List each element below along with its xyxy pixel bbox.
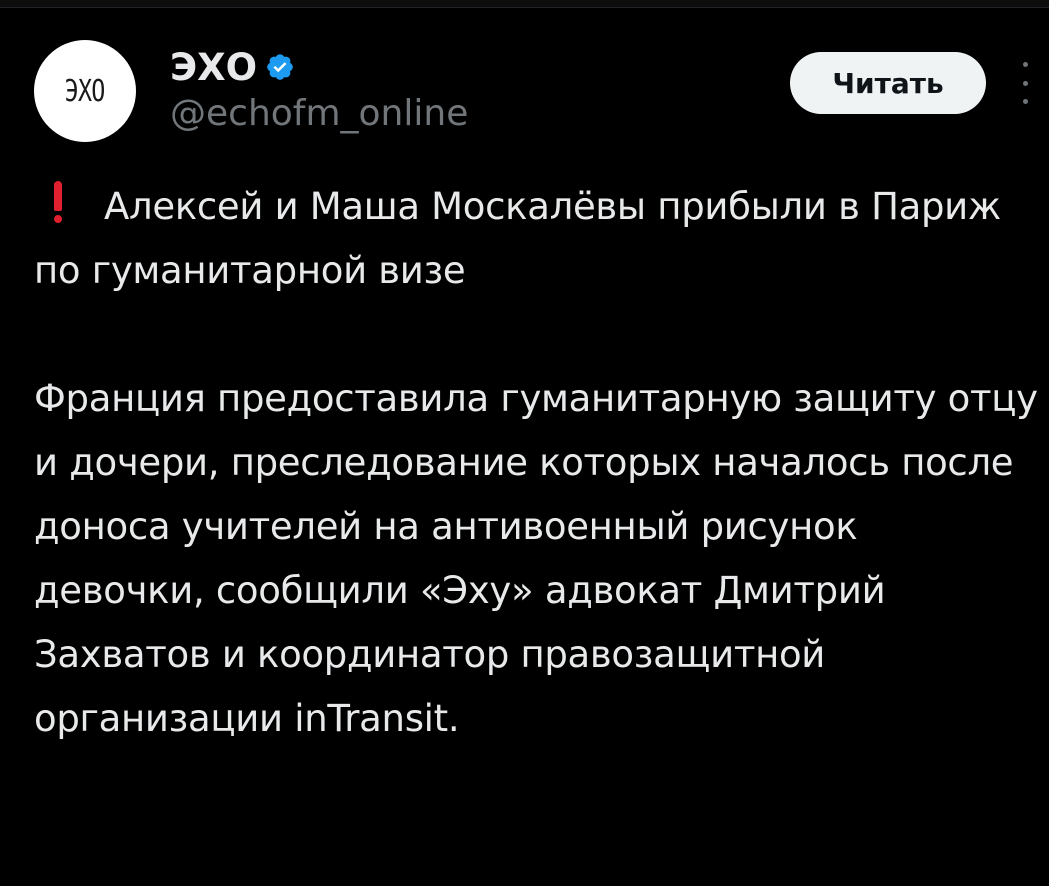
more-dot (1022, 62, 1028, 67)
follow-button[interactable]: Читать (790, 52, 986, 114)
more-dot (1022, 99, 1028, 104)
tweet-text: Алексей и Маша Москалёвы прибыли в Париж… (34, 175, 1039, 751)
exclamation-icon (52, 181, 64, 223)
more-dot (1022, 80, 1028, 86)
tweet-headline: Алексей и Маша Москалёвы прибыли в Париж… (34, 185, 1001, 292)
tweet-headline-paragraph: Алексей и Маша Москалёвы прибыли в Париж… (34, 175, 1039, 303)
author-handle[interactable]: @echofm_online (170, 94, 468, 134)
avatar[interactable]: ЭXO (34, 40, 136, 142)
author-display-name[interactable]: ЭХО (170, 49, 257, 86)
tweet-body: Франция предоставила гуманитарную защиту… (34, 377, 1038, 740)
top-divider (0, 0, 1049, 8)
verified-badge-icon (265, 52, 295, 82)
avatar-logo: ЭXO (65, 73, 106, 109)
author-name-row[interactable]: ЭХО (170, 44, 295, 90)
more-vertical-icon[interactable] (1015, 62, 1035, 104)
